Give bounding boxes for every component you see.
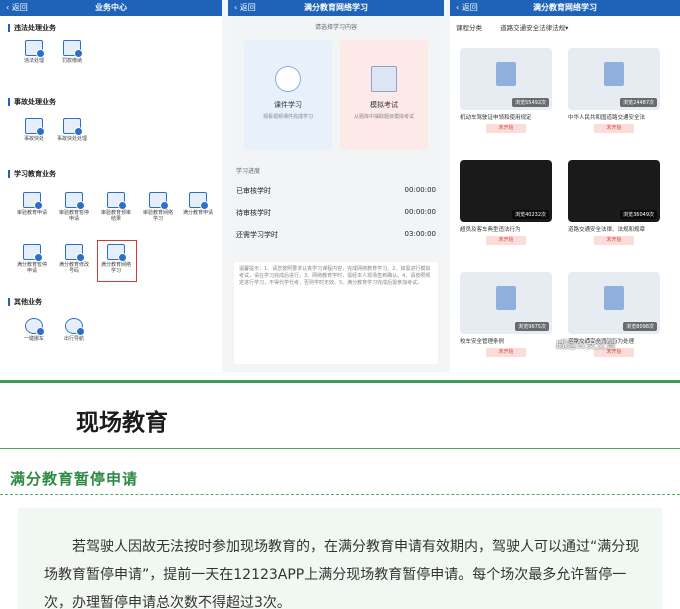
top-bar: ‹ 返回 满分教育网络学习 xyxy=(228,0,444,16)
document-icon xyxy=(107,244,127,262)
status-button[interactable]: 未开始 xyxy=(594,124,634,133)
document-icon xyxy=(189,192,209,210)
course-video-item[interactable]: 浏览36049次 道路交通安全法律、法规和规章 未开始 xyxy=(568,160,660,245)
top-bar: ‹ 返回 业务中心 xyxy=(0,0,222,16)
violation-handle-button[interactable]: 违法处理 xyxy=(18,40,50,64)
travel-nav-button[interactable]: 出行导航 xyxy=(58,318,90,342)
document-icon xyxy=(23,192,43,210)
accident-process-icon xyxy=(63,118,83,136)
screen-title: 满分教育网络学习 xyxy=(533,3,597,12)
screen-title: 业务中心 xyxy=(95,3,127,12)
review-education-result-button[interactable]: 审验教育预审结果 xyxy=(100,192,132,222)
dashed-divider xyxy=(0,494,680,495)
tips-text: 温馨提示：1、请您按照要求认真学习课程内容，完成网络教育学习。2、如需进行模拟考… xyxy=(234,262,438,364)
back-button[interactable]: ‹ 返回 xyxy=(234,0,256,16)
document-icon xyxy=(496,286,516,310)
select-hint: 请选择学习内容 xyxy=(314,24,357,31)
car-icon xyxy=(25,318,45,336)
record-row: 已审核学时 00:00:00 xyxy=(236,186,436,195)
fine-icon xyxy=(63,40,83,58)
screenshot-strip: ‹ 返回 业务中心 违法处理业务 违法处理 罚款缴纳 事故处理业务 事故快处 事… xyxy=(0,0,680,372)
document-icon xyxy=(149,192,169,210)
document-icon xyxy=(604,62,624,86)
back-button[interactable]: ‹ 返回 xyxy=(456,0,478,16)
business-center-screen: ‹ 返回 业务中心 违法处理业务 违法处理 罚款缴纳 事故处理业务 事故快处 事… xyxy=(0,0,222,372)
course-video-item[interactable]: 浏览9675次 校车安全管理条例 未开始 xyxy=(460,272,552,357)
document-icon xyxy=(107,192,127,210)
review-education-online-button[interactable]: 审验教育网络学习 xyxy=(142,192,174,222)
document-icon xyxy=(23,244,43,262)
violation-icon xyxy=(25,40,45,58)
section-title: 违法处理业务 xyxy=(8,24,56,32)
full-score-phone-button[interactable]: 满分教育修改号码 xyxy=(58,244,90,274)
divider xyxy=(0,380,680,383)
status-button[interactable]: 未开始 xyxy=(486,348,526,357)
document-icon xyxy=(604,286,624,310)
back-button[interactable]: ‹ 返回 xyxy=(6,0,28,16)
sub-heading: 满分教育暂停申请 xyxy=(10,470,139,488)
navigation-icon xyxy=(65,318,85,336)
online-learning-screen: ‹ 返回 满分教育网络学习 请选择学习内容 课件学习 观看视频课件完成学习 模拟… xyxy=(228,0,444,372)
status-button[interactable]: 未开始 xyxy=(486,236,526,245)
section-title: 事故处理业务 xyxy=(8,98,56,106)
course-list-screen: ‹ 返回 满分教育网络学习 课程分类 道路交通安全法律法规▾ 浏览55492次 … xyxy=(450,0,680,372)
section-title: 其他业务 xyxy=(8,298,42,306)
full-score-apply-button[interactable]: 满分教育申请 xyxy=(182,192,214,216)
status-button[interactable]: 未开始 xyxy=(594,236,634,245)
video-thumbnail: 浏览24487次 xyxy=(568,48,660,110)
full-score-pause-button[interactable]: 满分教育暂停申请 xyxy=(16,244,48,274)
record-row: 还需学习学时 03:00:00 xyxy=(236,230,436,239)
section-title: 学习教育业务 xyxy=(8,170,56,178)
document-icon xyxy=(65,192,85,210)
move-car-button[interactable]: 一键挪车 xyxy=(18,318,50,342)
accident-process-button[interactable]: 事故快处处理 xyxy=(56,118,88,142)
video-thumbnail: 浏览36049次 xyxy=(568,160,660,222)
article-paragraph: 若驾驶人因故无法按时参加现场教育的，在满分教育申请有效期内，驾驶人可以通过“满分… xyxy=(44,539,640,609)
fine-payment-button[interactable]: 罚款缴纳 xyxy=(56,40,88,64)
video-thumbnail: 浏览40232次 xyxy=(460,160,552,222)
video-thumbnail: 浏览55492次 xyxy=(460,48,552,110)
review-education-pause-button[interactable]: 审验教育暂停申请 xyxy=(58,192,90,222)
play-icon xyxy=(275,66,301,92)
divider xyxy=(0,448,680,449)
course-video-item[interactable]: 浏览55492次 机动车驾驶证申领和使用规定 未开始 xyxy=(460,48,552,133)
progress-title: 学习进度 xyxy=(236,168,261,175)
exam-doc-icon xyxy=(371,66,397,92)
courseware-card[interactable]: 课件学习 观看视频课件完成学习 xyxy=(244,40,332,150)
document-icon xyxy=(65,244,85,262)
record-row: 待审核学时 00:00:00 xyxy=(236,208,436,217)
video-thumbnail: 浏览9675次 xyxy=(460,272,552,334)
review-education-apply-button[interactable]: 审验教育申请 xyxy=(16,192,48,216)
watermark: 威远公安交警 xyxy=(556,340,616,351)
document-icon xyxy=(496,62,516,86)
section-heading: 现场教育 xyxy=(76,410,168,436)
full-score-online-button[interactable]: 满分教育网络学习 xyxy=(100,244,132,274)
accident-icon xyxy=(25,118,45,136)
category-select[interactable]: 道路交通安全法律法规▾ xyxy=(500,24,568,32)
category-bar: 课程分类 道路交通安全法律法规▾ xyxy=(456,24,569,32)
course-video-item[interactable]: 浏览40232次 超员及客车典型违法行为 未开始 xyxy=(460,160,552,245)
mock-exam-card[interactable]: 模拟考试 从题库中抽取题目模拟考试 xyxy=(340,40,428,150)
accident-quick-button[interactable]: 事故快处 xyxy=(18,118,50,142)
screen-title: 满分教育网络学习 xyxy=(304,3,368,12)
video-thumbnail: 浏览8098次 xyxy=(568,272,660,334)
course-video-item[interactable]: 浏览24487次 中华人民共和国道路交通安全法 未开始 xyxy=(568,48,660,133)
status-button[interactable]: 未开始 xyxy=(486,124,526,133)
top-bar: ‹ 返回 满分教育网络学习 xyxy=(450,0,680,16)
